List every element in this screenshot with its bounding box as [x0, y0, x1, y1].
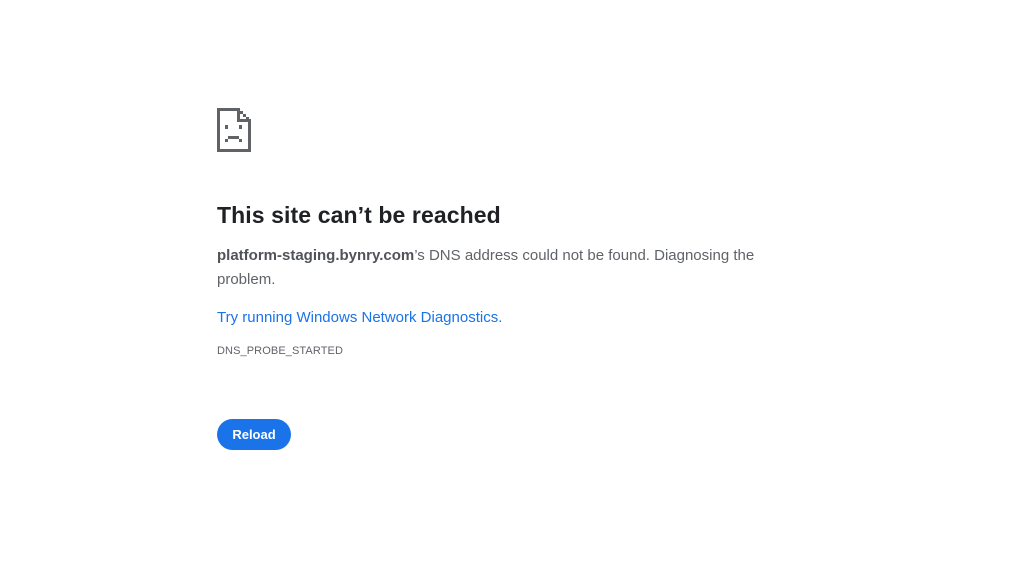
error-code: DNS_PROBE_STARTED	[217, 345, 343, 357]
error-message: platform-staging.bynry.com’s DNS address…	[217, 244, 797, 292]
host-name: platform-staging.bynry.com	[217, 247, 415, 264]
reload-button[interactable]: Reload	[217, 419, 291, 450]
page-title: This site can’t be reached	[217, 202, 501, 228]
sad-page-icon	[217, 108, 251, 152]
error-page: This site can’t be reached platform-stag…	[0, 0, 1034, 561]
error-content: This site can’t be reached platform-stag…	[217, 108, 797, 359]
network-diagnostics-link[interactable]: Try running Windows Network Diagnostics.	[217, 306, 502, 330]
